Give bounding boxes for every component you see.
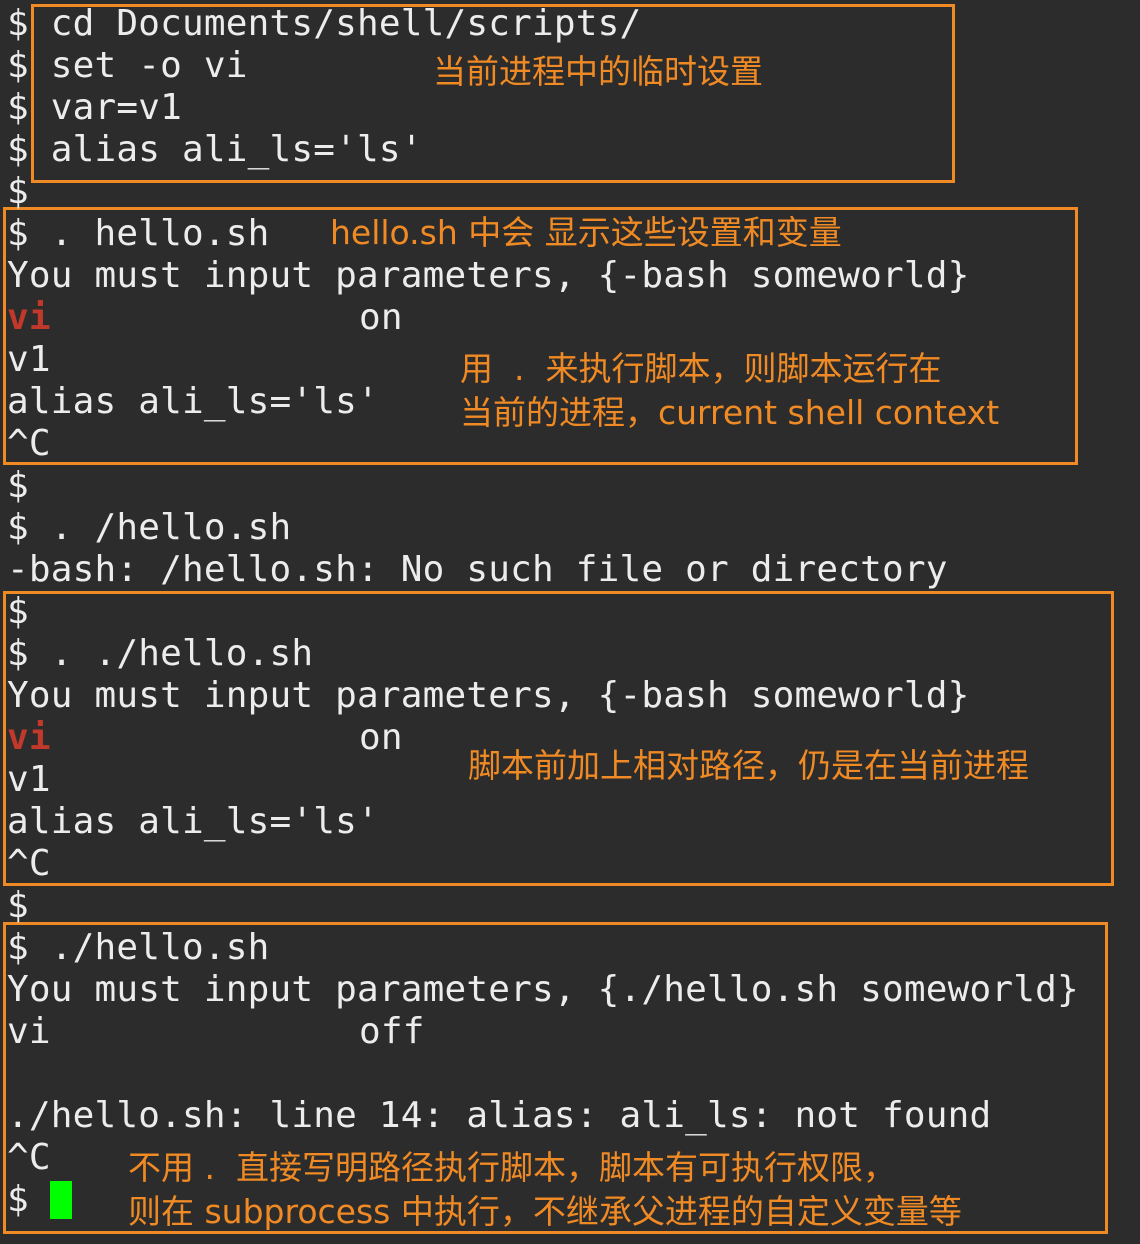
terminal-prompt: $ — [7, 465, 29, 506]
terminal-line: alias ali_ls='ls' — [7, 381, 379, 422]
terminal-line: $ ./hello.sh — [7, 927, 270, 968]
terminal-window[interactable]: $ cd Documents/shell/scripts/ $ set -o v… — [0, 0, 1140, 1244]
terminal-prompt: $ — [7, 171, 29, 212]
terminal-line: You must input parameters, {./hello.sh s… — [7, 969, 1079, 1010]
terminal-cursor[interactable] — [50, 1181, 72, 1219]
terminal-line: ^C — [7, 1137, 51, 1178]
terminal-line: ^C — [7, 843, 51, 884]
terminal-line: alias ali_ls='ls' — [7, 801, 379, 842]
annotation-note-direct-exec: 不用 . 直接写明路径执行脚本，脚本有可执行权限， — [128, 1148, 896, 1187]
terminal-line: v1 — [7, 759, 51, 800]
terminal-line: $ cd Documents/shell/scripts/ — [7, 3, 642, 44]
terminal-line-option-value: on — [359, 297, 403, 338]
terminal-line-error: -bash: /hello.sh: No such file or direct… — [7, 549, 948, 590]
terminal-line: $ . ./hello.sh — [7, 633, 314, 674]
annotation-note-hello-shows: hello.sh 中会 显示这些设置和变量 — [330, 213, 842, 252]
terminal-line: ^C — [7, 423, 51, 464]
terminal-line-option-value: off — [359, 1011, 425, 1052]
terminal-prompt: $ — [7, 885, 29, 926]
terminal-line: $ set -o vi — [7, 45, 248, 86]
annotation-note-subprocess: 则在 subprocess 中执行，不继承父进程的自定义变量等 — [128, 1192, 962, 1231]
annotation-note-relative-path: 脚本前加上相对路径，仍是在当前进程 — [468, 746, 1029, 785]
annotation-note-temp-settings: 当前进程中的临时设置 — [433, 52, 763, 91]
terminal-line: You must input parameters, {-bash somewo… — [7, 255, 970, 296]
terminal-line-option-name: vi — [7, 297, 51, 338]
terminal-line-option-value: on — [359, 717, 403, 758]
terminal-line-error: ./hello.sh: line 14: alias: ali_ls: not … — [7, 1095, 992, 1136]
terminal-prompt: $ — [7, 591, 29, 632]
terminal-line: $ var=v1 — [7, 87, 182, 128]
terminal-line: You must input parameters, {-bash somewo… — [7, 675, 970, 716]
annotation-note-current-shell: 当前的进程，current shell context — [460, 393, 1000, 432]
terminal-line-option-name: vi — [7, 717, 51, 758]
terminal-line: $ alias ali_ls='ls' — [7, 129, 423, 170]
terminal-line: $ . hello.sh — [7, 213, 270, 254]
terminal-line-option-name: vi — [7, 1011, 51, 1052]
terminal-line: v1 — [7, 339, 51, 380]
terminal-prompt: $ — [7, 1179, 29, 1220]
terminal-line: $ . /hello.sh — [7, 507, 292, 548]
annotation-note-dot-exec: 用 . 来执行脚本，则脚本运行在 — [460, 349, 942, 388]
